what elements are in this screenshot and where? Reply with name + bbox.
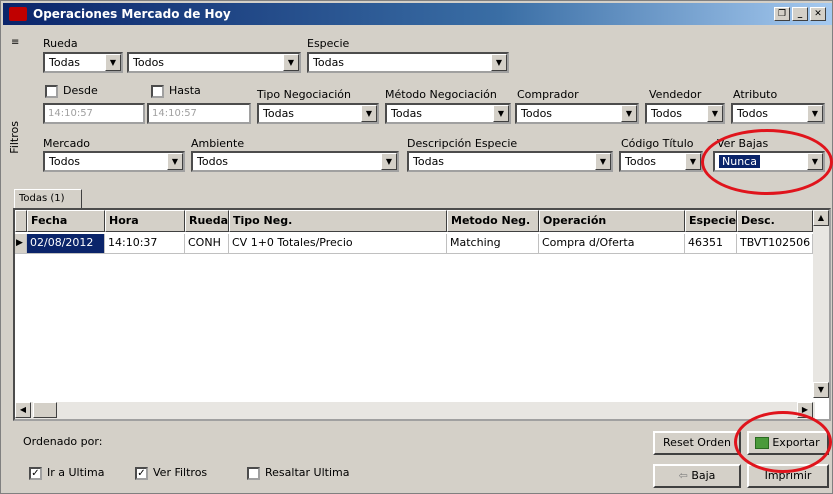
- table-cell-metodo-neg[interactable]: Matching: [447, 234, 539, 254]
- comprador-select[interactable]: Todos ▼: [515, 103, 639, 124]
- hasta-input[interactable]: 14:10:57: [147, 103, 251, 124]
- baja-label: Baja: [691, 469, 716, 482]
- col2-select[interactable]: Todos ▼: [127, 52, 301, 73]
- highlight-ring-exportar: [734, 411, 832, 473]
- table-cell-rueda[interactable]: CONH: [185, 234, 229, 254]
- app-icon: [9, 7, 27, 21]
- vendedor-label: Vendedor: [649, 88, 702, 101]
- resaltar-ultima-label: Resaltar Ultima: [265, 466, 350, 479]
- collapse-icon[interactable]: ≡: [11, 37, 19, 48]
- especie-label: Especie: [307, 37, 350, 50]
- restore-icon[interactable]: ❐: [774, 7, 790, 21]
- chevron-down-icon: ▼: [621, 105, 637, 122]
- atributo-select[interactable]: Todos ▼: [731, 103, 825, 124]
- tipo-negociacion-select[interactable]: Todas ▼: [257, 103, 379, 124]
- mercado-label: Mercado: [43, 137, 91, 150]
- desde-input[interactable]: 14:10:57: [43, 103, 145, 124]
- atributo-label: Atributo: [733, 88, 778, 101]
- col-header-tipo-neg[interactable]: Tipo Neg.: [229, 210, 447, 232]
- metodo-negociacion-select[interactable]: Todas ▼: [385, 103, 511, 124]
- baja-arrow-icon: ⇦: [678, 469, 692, 482]
- horizontal-scrollbar[interactable]: ◀ ▶: [15, 402, 815, 419]
- codigo-titulo-select[interactable]: Todos ▼: [619, 151, 703, 172]
- highlight-ring-ver-bajas: [701, 129, 833, 195]
- scroll-thumb[interactable]: [33, 402, 57, 418]
- col-header-metodo-neg[interactable]: Metodo Neg.: [447, 210, 539, 232]
- hasta-checkbox[interactable]: [151, 85, 164, 98]
- reset-orden-button[interactable]: Reset Orden: [653, 431, 741, 455]
- chevron-down-icon: ▼: [707, 105, 723, 122]
- ordenado-por-label: Ordenado por:: [23, 435, 103, 448]
- title-bar: Operaciones Mercado de Hoy ❐ _ ✕: [3, 3, 832, 25]
- ir-ultima-checkbox[interactable]: ✓: [29, 467, 42, 480]
- chevron-down-icon: ▼: [685, 153, 701, 170]
- desde-label: Desde: [63, 84, 98, 97]
- scroll-down-icon[interactable]: ▼: [813, 382, 829, 398]
- chevron-down-icon: ▼: [167, 153, 183, 170]
- codigo-titulo-label: Código Título: [621, 137, 694, 150]
- table-cell-fecha[interactable]: 02/08/2012: [27, 234, 105, 254]
- ver-filtros-checkbox[interactable]: ✓: [135, 467, 148, 480]
- rueda-label: Rueda: [43, 37, 78, 50]
- ambiente-select[interactable]: Todos ▼: [191, 151, 399, 172]
- table-cell-tipo-neg[interactable]: CV 1+0 Totales/Precio: [229, 234, 447, 254]
- chevron-down-icon: ▼: [491, 54, 507, 71]
- tab-todas[interactable]: Todas (1): [14, 189, 82, 209]
- col-header-rueda[interactable]: Rueda: [185, 210, 229, 232]
- col-header-hora[interactable]: Hora: [105, 210, 185, 232]
- ir-ultima-label: Ir a Ultima: [47, 466, 105, 479]
- row-pointer-icon: ▶: [15, 234, 27, 254]
- ambiente-label: Ambiente: [191, 137, 245, 150]
- chevron-down-icon: ▼: [105, 54, 121, 71]
- main-window: Operaciones Mercado de Hoy ❐ _ ✕ ≡ Filtr…: [0, 0, 833, 494]
- vendedor-select[interactable]: Todos ▼: [645, 103, 725, 124]
- col-header-operacion[interactable]: Operación: [539, 210, 685, 232]
- descripcion-especie-select[interactable]: Todas ▼: [407, 151, 613, 172]
- filters-side-label: Filtros: [8, 121, 21, 154]
- descripcion-especie-label: Descripción Especie: [407, 137, 518, 150]
- table-cell-hora[interactable]: 14:10:37: [105, 234, 185, 254]
- close-icon[interactable]: ✕: [810, 7, 826, 21]
- chevron-down-icon: ▼: [493, 105, 509, 122]
- scroll-up-icon[interactable]: ▲: [813, 210, 829, 226]
- table-cell-operacion[interactable]: Compra d/Oferta: [539, 234, 685, 254]
- metodo-negociacion-label: Método Negociación: [385, 88, 497, 101]
- col-header-fecha[interactable]: Fecha: [27, 210, 105, 232]
- rueda-select[interactable]: Todas ▼: [43, 52, 123, 73]
- window-title: Operaciones Mercado de Hoy: [33, 7, 231, 21]
- tipo-negociacion-label: Tipo Negociación: [257, 88, 352, 101]
- chevron-down-icon: ▼: [807, 105, 823, 122]
- col-header-especie[interactable]: Especie: [685, 210, 737, 232]
- table-cell-desc[interactable]: TBVT102506: [737, 234, 813, 254]
- mercado-select[interactable]: Todos ▼: [43, 151, 185, 172]
- minimize-icon[interactable]: _: [792, 7, 808, 21]
- vertical-scrollbar[interactable]: ▲ ▼: [813, 210, 829, 398]
- operations-table: Fecha Hora Rueda Tipo Neg. Metodo Neg. O…: [13, 208, 831, 421]
- chevron-down-icon: ▼: [595, 153, 611, 170]
- row-header-corner: [15, 210, 27, 232]
- desde-checkbox[interactable]: [45, 85, 58, 98]
- chevron-down-icon: ▼: [381, 153, 397, 170]
- hasta-label: Hasta: [169, 84, 201, 97]
- comprador-label: Comprador: [517, 88, 579, 101]
- scroll-left-icon[interactable]: ◀: [15, 402, 31, 418]
- especie-select[interactable]: Todas ▼: [307, 52, 509, 73]
- table-cell-especie[interactable]: 46351: [685, 234, 737, 254]
- baja-button[interactable]: ⇦ Baja: [653, 464, 741, 488]
- chevron-down-icon: ▼: [283, 54, 299, 71]
- resaltar-ultima-checkbox[interactable]: [247, 467, 260, 480]
- chevron-down-icon: ▼: [361, 105, 377, 122]
- col-header-desc[interactable]: Desc.: [737, 210, 813, 232]
- ver-filtros-label: Ver Filtros: [153, 466, 208, 479]
